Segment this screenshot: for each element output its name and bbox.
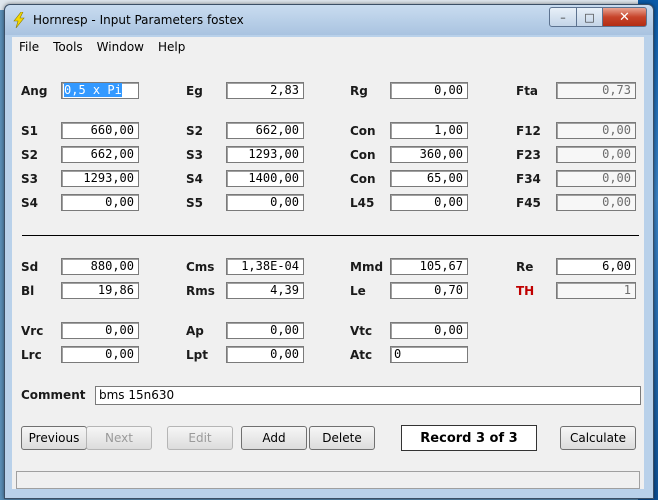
field-s4b[interactable]: 0,00 xyxy=(61,194,139,211)
previous-button[interactable]: Previous xyxy=(21,426,87,450)
label-cms: Cms xyxy=(186,260,215,274)
label-re: Re xyxy=(516,260,534,274)
field-f34: 0,00 xyxy=(556,170,636,187)
field-mmd[interactable]: 105,67 xyxy=(390,258,468,275)
field-con1[interactable]: 1,00 xyxy=(390,122,468,139)
close-button[interactable]: ✕ xyxy=(603,7,647,27)
maximize-button[interactable]: □ xyxy=(577,7,603,27)
title-bar[interactable]: Hornresp - Input Parameters fostex – □ ✕ xyxy=(5,5,653,35)
label-mmd: Mmd xyxy=(350,260,384,274)
field-le[interactable]: 0,70 xyxy=(390,282,468,299)
menu-file[interactable]: File xyxy=(12,40,46,54)
label-atc: Atc xyxy=(350,348,373,362)
menu-help[interactable]: Help xyxy=(151,40,192,54)
field-f12: 0,00 xyxy=(556,122,636,139)
section-divider xyxy=(22,235,639,236)
label-l45: L45 xyxy=(350,196,375,210)
field-th[interactable]: 1 xyxy=(556,282,636,299)
label-con1: Con xyxy=(350,124,376,138)
app-window: Hornresp - Input Parameters fostex – □ ✕… xyxy=(4,4,654,499)
label-rg: Rg xyxy=(350,84,368,98)
delete-button[interactable]: Delete xyxy=(309,426,375,450)
field-lrc[interactable]: 0,00 xyxy=(61,346,139,363)
menu-bar: File Tools Window Help xyxy=(12,37,644,58)
window-controls: – □ ✕ xyxy=(549,7,647,27)
label-vtc: Vtc xyxy=(350,324,373,338)
field-rms[interactable]: 4,39 xyxy=(226,282,304,299)
minimize-button[interactable]: – xyxy=(549,7,577,27)
label-con2: Con xyxy=(350,148,376,162)
field-s2[interactable]: 662,00 xyxy=(226,122,304,139)
field-con2[interactable]: 360,00 xyxy=(390,146,468,163)
label-f12: F12 xyxy=(516,124,541,138)
label-fta: Fta xyxy=(516,84,539,98)
label-lrc: Lrc xyxy=(21,348,42,362)
field-sd[interactable]: 880,00 xyxy=(61,258,139,275)
minimize-icon: – xyxy=(560,10,566,24)
field-s5[interactable]: 0,00 xyxy=(226,194,304,211)
label-f34: F34 xyxy=(516,172,541,186)
add-button[interactable]: Add xyxy=(241,426,307,450)
window-title: Hornresp - Input Parameters fostex xyxy=(33,13,244,27)
field-eg[interactable]: 2,83 xyxy=(226,82,304,99)
calculate-button[interactable]: Calculate xyxy=(560,426,636,450)
menu-tools[interactable]: Tools xyxy=(46,40,90,54)
label-th: TH xyxy=(516,284,535,298)
field-bl[interactable]: 19,86 xyxy=(61,282,139,299)
field-re[interactable]: 6,00 xyxy=(556,258,636,275)
edit-button[interactable]: Edit xyxy=(167,426,233,450)
input-parameters-panel: Ang 0,5 x Pi Eg 2,83 Rg 0,00 Fta 0,73 S1… xyxy=(12,57,644,489)
label-bl: Bl xyxy=(21,284,35,298)
field-lpt[interactable]: 0,00 xyxy=(226,346,304,363)
label-lpt: Lpt xyxy=(186,348,208,362)
label-s3: S3 xyxy=(186,148,203,162)
field-s4[interactable]: 1400,00 xyxy=(226,170,304,187)
label-sd: Sd xyxy=(21,260,39,274)
field-s1[interactable]: 660,00 xyxy=(61,122,139,139)
label-eg: Eg xyxy=(186,84,203,98)
label-vrc: Vrc xyxy=(21,324,44,338)
field-rg[interactable]: 0,00 xyxy=(390,82,468,99)
label-s4b: S4 xyxy=(21,196,38,210)
label-le: Le xyxy=(350,284,366,298)
label-s3b: S3 xyxy=(21,172,38,186)
label-s4: S4 xyxy=(186,172,203,186)
maximize-icon: □ xyxy=(584,10,595,24)
label-s2b: S2 xyxy=(21,148,38,162)
next-button[interactable]: Next xyxy=(86,426,152,450)
label-comment: Comment xyxy=(21,388,86,402)
label-rms: Rms xyxy=(186,284,215,298)
field-s3[interactable]: 1293,00 xyxy=(226,146,304,163)
field-ang[interactable]: 0,5 x Pi xyxy=(61,82,139,99)
label-s5: S5 xyxy=(186,196,203,210)
field-s3b[interactable]: 1293,00 xyxy=(61,170,139,187)
status-bar xyxy=(16,471,640,489)
label-con3: Con xyxy=(350,172,376,186)
label-ang: Ang xyxy=(21,84,48,98)
field-l45[interactable]: 0,00 xyxy=(390,194,468,211)
field-f23: 0,00 xyxy=(556,146,636,163)
close-icon: ✕ xyxy=(619,9,630,25)
label-f23: F23 xyxy=(516,148,541,162)
label-f45: F45 xyxy=(516,196,541,210)
label-s2: S2 xyxy=(186,124,203,138)
field-s2b[interactable]: 662,00 xyxy=(61,146,139,163)
label-s1: S1 xyxy=(21,124,38,138)
field-ap[interactable]: 0,00 xyxy=(226,322,304,339)
field-vrc[interactable]: 0,00 xyxy=(61,322,139,339)
field-cms[interactable]: 1,38E-04 xyxy=(226,258,304,275)
menu-window[interactable]: Window xyxy=(90,40,151,54)
comment-field[interactable]: bms 15n630 xyxy=(95,386,641,405)
field-vtc[interactable]: 0,00 xyxy=(390,322,468,339)
field-atc[interactable]: 0 xyxy=(390,346,468,363)
record-indicator: Record 3 of 3 xyxy=(401,425,537,451)
field-f45: 0,00 xyxy=(556,194,636,211)
label-ap: Ap xyxy=(186,324,204,338)
field-con3[interactable]: 65,00 xyxy=(390,170,468,187)
lightning-bolt-icon xyxy=(13,12,25,28)
field-fta: 0,73 xyxy=(556,82,636,99)
